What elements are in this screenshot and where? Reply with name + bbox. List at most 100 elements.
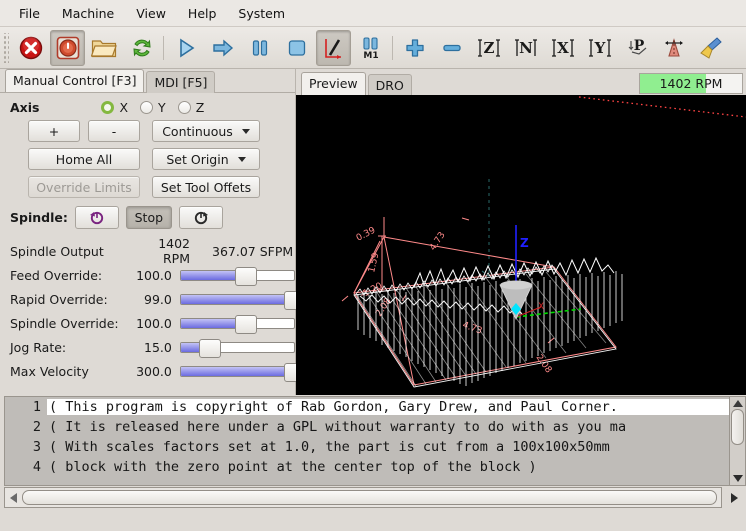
optional-stop-button[interactable]: M1 [353,30,388,66]
menu-item-system[interactable]: System [227,3,296,24]
jog-mode-label: Continuous [162,124,233,139]
view-z-icon: Z [476,36,502,60]
slider-knob[interactable] [235,315,257,334]
stop-icon [285,36,309,60]
rapid-override-row: Rapid Override: 99.0 [10,287,295,311]
tab-mdi[interactable]: MDI [F5] [146,71,215,93]
gcode-text-view[interactable]: 1 ( This program is copyright of Rab Gor… [4,396,729,486]
rapid-override-slider[interactable] [180,292,295,307]
gcode-line[interactable]: 4 ( block with the zero point at the cen… [5,457,729,477]
axis-radio-x[interactable] [101,101,114,114]
run-program-button[interactable] [168,30,203,66]
linuxcnc-axis-window: File Machine View Help System [0,0,746,531]
view-z2-button[interactable]: N [508,30,543,66]
jog-rate-label: Jog Rate: [10,340,125,355]
max-velocity-label: Max Velocity [10,364,125,379]
jog-mode-dropdown[interactable]: Continuous [152,120,260,142]
view-z-button[interactable]: Z [471,30,506,66]
spindle-override-value: 100.0 [125,316,180,331]
spindle-label: Spindle: [10,210,68,225]
slider-knob[interactable] [235,267,257,286]
spindle-ccw-button[interactable] [75,206,119,229]
gcode-line[interactable]: 1 ( This program is copyright of Rab Gor… [5,397,729,417]
spindle-override-label: Spindle Override: [10,316,125,331]
dim-label-0-39: 0.39 [355,226,378,244]
main-area: Manual Control [F3] MDI [F5] Axis X Y Z [0,69,746,395]
gcode-vertical-scrollbar[interactable] [729,396,746,486]
zoom-out-button[interactable] [434,30,469,66]
axis-label: Axis [10,100,39,115]
axis-radio-y[interactable] [140,101,153,114]
tab-manual-control[interactable]: Manual Control [F3] [5,69,144,92]
spindle-stop-button[interactable]: Stop [126,206,172,229]
rapid-override-label: Rapid Override: [10,292,125,307]
max-velocity-slider[interactable] [180,364,295,379]
view-y-button[interactable]: Y [582,30,617,66]
reload-file-button[interactable] [124,30,159,66]
svg-text:Z: Z [483,39,494,57]
scroll-up-arrow-icon[interactable] [731,398,744,409]
zoom-in-button[interactable] [397,30,432,66]
max-velocity-value: 300.0 [125,364,180,379]
home-all-button[interactable]: Home All [28,148,140,170]
set-tool-offsets-button[interactable]: Set Tool Offets [152,176,260,198]
dim-label-1-59: 1.59 [367,252,381,274]
clear-plot-button[interactable] [693,30,728,66]
axis-selector: Axis X Y Z [0,93,295,118]
manual-control-panel: Manual Control [F3] MDI [F5] Axis X Y Z [0,69,296,395]
spindle-cw-button[interactable] [179,206,223,229]
spindle-override-slider[interactable] [180,316,295,331]
stop-program-button[interactable] [279,30,314,66]
vertical-scroll-thumb[interactable] [731,409,744,445]
scroll-down-arrow-icon[interactable] [731,473,744,484]
feed-override-row: Feed Override: 100.0 [10,263,295,287]
feed-override-slider[interactable] [180,268,295,283]
scroll-left-arrow-icon[interactable] [7,493,20,503]
spindle-output-rpm: 1402 RPM [138,236,198,266]
menu-item-help[interactable]: Help [177,3,228,24]
horizontal-scroll-thumb[interactable] [22,490,717,505]
svg-text:Y: Y [593,39,605,57]
toolbar-grip[interactable] [2,33,9,63]
pause-program-button[interactable] [242,30,277,66]
slider-knob[interactable] [199,339,221,358]
menu-item-machine[interactable]: Machine [51,3,125,24]
spindle-cw-icon [192,210,210,226]
gcode-line-number: 1 [5,399,47,415]
tab-preview[interactable]: Preview [301,72,366,95]
left-tab-strip: Manual Control [F3] MDI [F5] [0,69,295,93]
estop-button[interactable] [13,30,48,66]
dim-label-4-73-upper: 4.73 [428,230,448,252]
view-p-button[interactable]: P [619,30,654,66]
pause-icon [248,36,272,60]
axis-radio-z[interactable] [178,101,191,114]
gcode-line[interactable]: 2 ( It is released here under a GPL with… [5,417,729,437]
scroll-right-arrow-icon[interactable] [722,493,746,503]
open-file-button[interactable] [87,30,122,66]
toolbar-separator [163,36,164,60]
gcode-line-text: ( This program is copyright of Rab Gordo… [47,399,729,415]
jog-plus-button[interactable]: + [28,120,80,142]
chevron-down-icon [238,157,246,162]
gcode-horizontal-scrollbar[interactable] [4,486,746,509]
minus-icon [440,36,464,60]
view-x-button[interactable]: X [545,30,580,66]
machine-power-button[interactable] [50,30,85,66]
set-origin-dropdown[interactable]: Set Origin [152,148,260,170]
gcode-3d-preview[interactable]: 0.39 1.59 -1.20 2.08 4.73 4.73 2.08 [296,95,746,395]
reload-icon [129,35,155,61]
preview-tab-strip: Preview DRO 1402 RPM [296,69,746,95]
tab-dro[interactable]: DRO [368,74,412,96]
menu-item-file[interactable]: File [8,3,51,24]
jog-minus-button[interactable]: - [88,120,140,142]
jog-rate-slider[interactable] [180,340,295,355]
gcode-line-text: ( It is released here under a GPL withou… [47,419,729,435]
tool-touchoff-button[interactable] [656,30,691,66]
block-delete-button[interactable] [316,30,351,66]
override-limits-button[interactable]: Override Limits [28,176,140,198]
gcode-line[interactable]: 3 ( With scales factors set at 1.0, the … [5,437,729,457]
menu-item-view[interactable]: View [125,3,177,24]
svg-text:P: P [633,38,644,54]
optional-stop-m1-icon: M1 [358,36,384,60]
step-program-button[interactable] [205,30,240,66]
